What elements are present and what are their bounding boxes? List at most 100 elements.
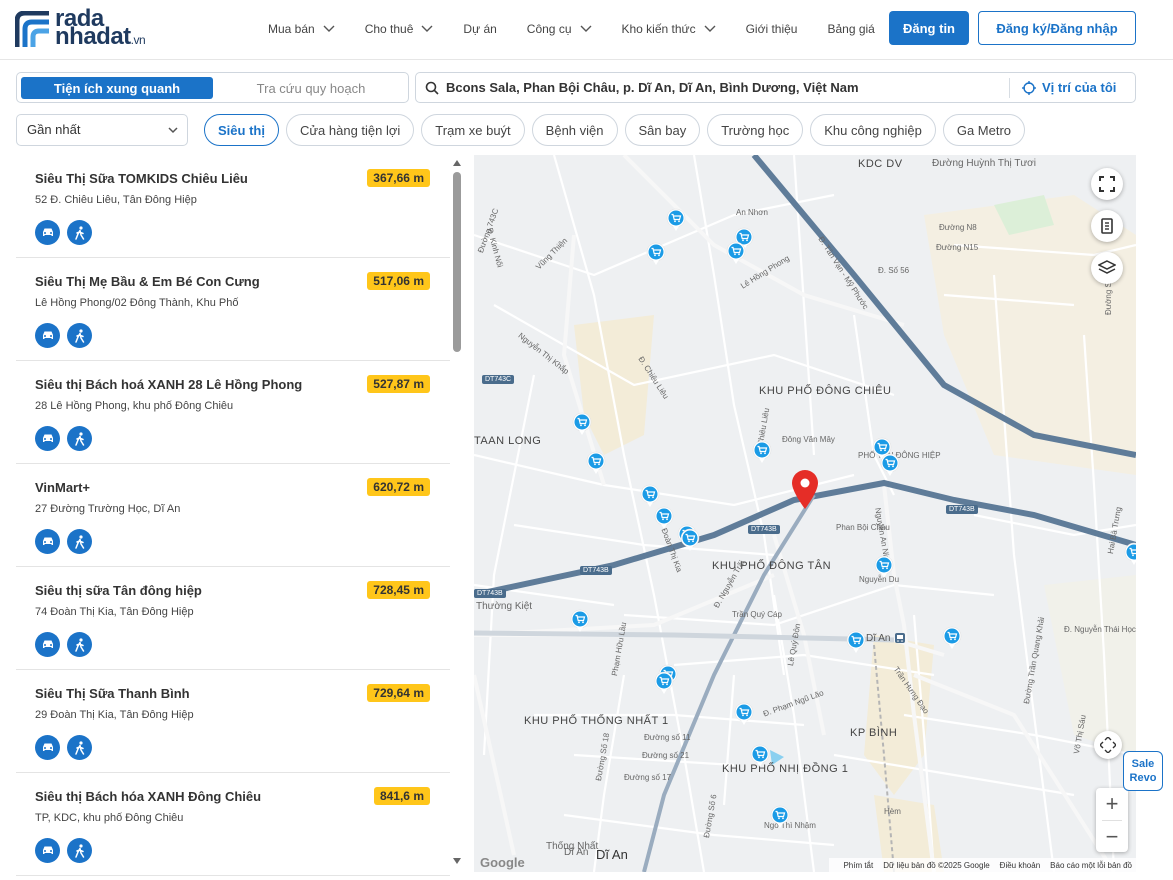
tab-planning-lookup[interactable]: Tra cứu quy hoạch (217, 77, 405, 99)
supermarket-pin-icon[interactable] (846, 630, 866, 654)
my-location-button[interactable]: Vị trí của tôi (1022, 73, 1116, 102)
list-item[interactable]: Siêu thị Bách hoá XANH 28 Lê Hồng Phong 5… (16, 361, 450, 464)
supermarket-pin-icon[interactable] (570, 609, 590, 633)
supermarket-pin-icon[interactable] (654, 671, 674, 695)
walk-route-button[interactable] (67, 735, 92, 760)
supermarket-pin-icon[interactable] (586, 451, 606, 475)
place-name[interactable]: Siêu thị Bách hoá XANH 28 Lê Hồng Phong (35, 377, 302, 392)
location-search[interactable]: Bcons Sala, Phan Bội Châu, p. Dĩ An, Dĩ … (415, 72, 1136, 103)
route-options (35, 323, 99, 348)
selected-location-pin-icon[interactable] (790, 468, 820, 510)
supermarket-pin-icon[interactable] (680, 528, 700, 552)
recenter-button[interactable] (1094, 731, 1122, 759)
walk-route-button[interactable] (67, 323, 92, 348)
map-attribution: Phím tắt Dữ liệu bản đồ ©2025 Google Điều … (829, 858, 1136, 872)
tab-nearby-amenities[interactable]: Tiện ích xung quanh (21, 77, 213, 99)
site-logo[interactable]: rada nhadat.vn (14, 7, 146, 49)
nav-item-4[interactable]: Kho kiến thức (622, 22, 716, 36)
drive-route-button[interactable] (35, 426, 60, 451)
zoom-in-button[interactable]: + (1096, 788, 1128, 820)
google-logo: Google (480, 855, 525, 870)
list-scrollbar-thumb[interactable] (453, 172, 461, 352)
supermarket-pin-icon[interactable] (880, 453, 900, 477)
walk-route-button[interactable] (67, 838, 92, 863)
walk-route-button[interactable] (67, 426, 92, 451)
chevron-down-icon (421, 25, 433, 32)
supermarket-pin-icon[interactable] (666, 208, 686, 232)
search-icon (425, 81, 439, 95)
map-area-label: TAAN LONG (474, 435, 542, 447)
zoom-out-button[interactable]: − (1096, 821, 1128, 853)
scroll-up-arrow-icon[interactable] (452, 159, 462, 167)
category-chip-1[interactable]: Cửa hàng tiện lợi (285, 114, 415, 146)
place-name[interactable]: Siêu Thị Mẹ Bầu & Em Bé Con Cưng (35, 274, 260, 289)
category-chip-7[interactable]: Ga Metro (942, 114, 1026, 146)
place-name[interactable]: Siêu thị Bách hóa XANH Đông Chiêu (35, 789, 261, 804)
drive-route-button[interactable] (35, 632, 60, 657)
attribution-link[interactable]: Báo cáo một lỗi bản đồ (1050, 861, 1132, 870)
supermarket-pin-icon[interactable] (654, 506, 674, 530)
fullscreen-button[interactable] (1091, 168, 1123, 200)
nav-item-0[interactable]: Mua bán (268, 22, 335, 36)
nav-item-5[interactable]: Giới thiệu (746, 22, 798, 36)
category-chip-6[interactable]: Khu công nghiệp (810, 114, 936, 146)
place-name[interactable]: Siêu Thị Sữa Thanh Bình (35, 686, 190, 701)
register-login-button[interactable]: Đăng ký/Đăng nhập (978, 11, 1136, 45)
category-chip-3[interactable]: Bệnh viện (531, 114, 618, 146)
category-chip-0[interactable]: Siêu thị (204, 114, 279, 146)
drive-route-button[interactable] (35, 529, 60, 554)
category-chip-5[interactable]: Trường học (707, 114, 804, 146)
post-listing-button[interactable]: Đăng tin (889, 11, 969, 45)
attribution-link[interactable]: Dữ liệu bản đồ ©2025 Google (883, 861, 989, 870)
place-name[interactable]: Siêu Thị Sữa TOMKIDS Chiêu Liêu (35, 171, 248, 186)
nav-item-3[interactable]: Công cụ (527, 22, 592, 36)
train-station-icon[interactable] (894, 632, 906, 644)
map-view[interactable]: KHU PHỐ ĐÔNG CHIÊU KHU PHỐ ĐÔNG TÂN KHU PH… (474, 155, 1136, 872)
search-input[interactable]: Bcons Sala, Phan Bội Châu, p. Dĩ An, Dĩ … (446, 73, 859, 102)
nav-item-6[interactable]: Bảng giá (827, 22, 874, 36)
sort-select[interactable]: Gần nhất (16, 114, 188, 146)
drive-route-button[interactable] (35, 220, 60, 245)
nav-item-1[interactable]: Cho thuê (365, 22, 434, 36)
attribution-link[interactable]: Điều khoản (1000, 861, 1040, 870)
walk-route-button[interactable] (67, 220, 92, 245)
list-item[interactable]: Siêu Thị Mẹ Bầu & Em Bé Con Cưng 517,06 m… (16, 258, 450, 361)
route-options (35, 838, 99, 863)
place-name[interactable]: Siêu thị sữa Tân đông hiệp (35, 583, 202, 598)
place-name[interactable]: VinMart+ (35, 480, 90, 495)
list-item[interactable]: Siêu Thị Sữa TOMKIDS Chiêu Liêu 367,66 m 5… (16, 155, 450, 258)
car-icon (42, 640, 53, 648)
category-chip-2[interactable]: Trạm xe buýt (421, 114, 525, 146)
nav-item-2[interactable]: Dự án (463, 22, 496, 36)
drive-route-button[interactable] (35, 838, 60, 863)
supermarket-pin-icon[interactable] (874, 555, 894, 579)
supermarket-pin-icon[interactable] (726, 241, 746, 265)
sale-revo-badge[interactable]: Sale Revo (1123, 751, 1163, 791)
list-item[interactable]: VinMart+ 620,72 m 27 Đường Trường Học, Dĩ … (16, 464, 450, 567)
map-street-label: Đường số 21 (642, 751, 690, 760)
legend-button[interactable] (1091, 210, 1123, 242)
list-item[interactable]: Siêu thị Bách hóa XANH Đông Chiêu 841,6 m… (16, 773, 450, 876)
list-item[interactable]: Siêu thị sữa Tân đông hiệp 728,45 m 74 Đoà… (16, 567, 450, 670)
walk-route-button[interactable] (67, 632, 92, 657)
supermarket-pin-icon[interactable] (770, 805, 790, 829)
supermarket-pin-icon[interactable] (572, 412, 592, 436)
supermarket-pin-icon[interactable] (750, 744, 770, 768)
supermarket-pin-icon[interactable] (640, 484, 660, 508)
supermarket-pin-icon[interactable] (734, 702, 754, 726)
place-address: Lê Hồng Phong/02 Đông Thành, Khu Phố (35, 297, 239, 309)
category-chip-4[interactable]: Sân bay (624, 114, 701, 146)
drive-route-button[interactable] (35, 735, 60, 760)
route-options (35, 426, 99, 451)
supermarket-pin-icon[interactable] (942, 626, 962, 650)
attribution-link[interactable]: Phím tắt (843, 861, 873, 870)
supermarket-pin-icon[interactable] (1124, 542, 1136, 566)
supermarket-pin-icon[interactable] (646, 242, 666, 266)
walk-route-button[interactable] (67, 529, 92, 554)
list-item[interactable]: Siêu Thị Sữa Thanh Bình 729,64 m 29 Đoàn T… (16, 670, 450, 773)
drive-route-button[interactable] (35, 323, 60, 348)
scroll-down-arrow-icon[interactable] (452, 857, 462, 865)
distance-badge: 367,66 m (367, 169, 430, 187)
supermarket-pin-icon[interactable] (752, 440, 772, 464)
layers-button[interactable] (1091, 252, 1123, 284)
